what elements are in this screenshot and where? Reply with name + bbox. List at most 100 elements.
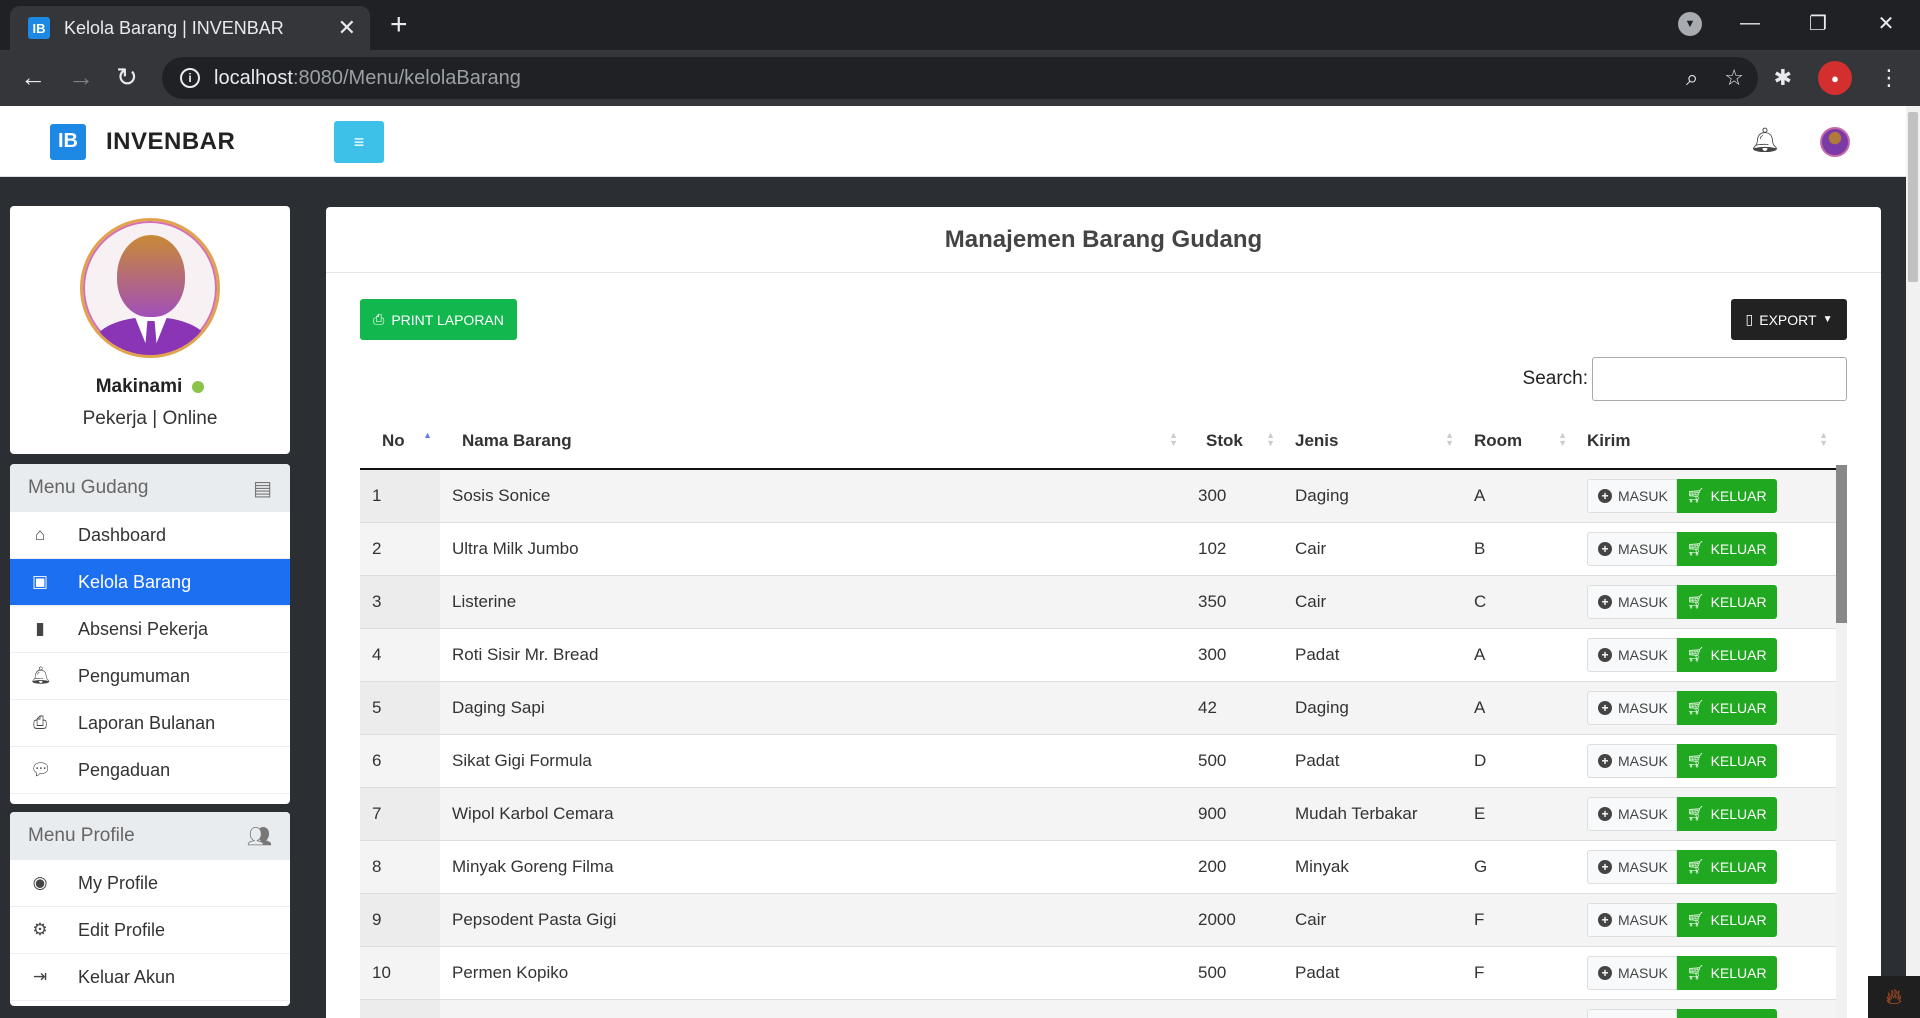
masuk-button[interactable]: +MASUK — [1587, 690, 1677, 725]
keluar-button[interactable]: 🛒︎KELUAR — [1676, 955, 1777, 990]
masuk-button[interactable]: +MASUK — [1587, 531, 1677, 566]
keluar-button[interactable]: 🛒︎KELUAR — [1676, 849, 1777, 884]
kirim-button-group: +MASUK🛒︎KELUAR — [1587, 690, 1836, 725]
cart-arrow-icon: 🛒︎ — [1686, 964, 1705, 980]
tab-search-icon[interactable]: ▼ — [1678, 12, 1702, 36]
forward-icon[interactable]: → — [68, 62, 94, 92]
cell-stok: 42 — [1186, 680, 1283, 734]
table-row: 6 Sikat Gigi Formula 500 Padat D + MASUK 🛒︎ KELU… — [360, 733, 1836, 787]
keluar-button[interactable]: 🛒︎KELUAR — [1676, 902, 1777, 937]
keluar-button[interactable]: 🛒︎KELUAR — [1676, 584, 1777, 619]
masuk-button[interactable]: +MASUK — [1587, 743, 1677, 778]
sidebar-item-kelola-barang[interactable]: ▣ Kelola Barang — [10, 559, 290, 606]
masuk-button[interactable]: +MASUK — [1587, 796, 1677, 831]
sidebar-item-laporan-bulanan[interactable]: ⎙ Laporan Bulanan — [10, 700, 290, 747]
kirim-button-group: +MASUK🛒︎KELUAR — [1587, 902, 1836, 937]
extensions-icon[interactable]: ✱ — [1774, 65, 1792, 91]
close-tab-icon[interactable]: ✕ — [338, 15, 356, 41]
user-avatar[interactable] — [1820, 127, 1850, 157]
masuk-button[interactable]: +MASUK — [1587, 955, 1677, 990]
page-title: Manajemen Barang Gudang — [326, 207, 1881, 273]
table-row: 10 Permen Kopiko 500 Padat F + MASUK 🛒︎ KELUAR — [360, 945, 1836, 999]
users-header-icon: 👥︎ — [246, 825, 272, 848]
sidebar-item-keluar-akun[interactable]: ⇥ Keluar Akun — [10, 954, 290, 1001]
column-header-kirim[interactable]: Kirim ▲ ▼ — [1575, 413, 1836, 470]
back-icon[interactable]: ← — [20, 62, 46, 92]
table-scrollbar-thumb[interactable] — [1836, 465, 1847, 623]
user-cog-icon: ⚙ — [32, 920, 48, 939]
fire-icon[interactable]: 🔥︎ — [1868, 976, 1920, 1018]
keluar-button[interactable]: 🛒︎KELUAR — [1676, 1008, 1777, 1018]
table-row: 7 Wipol Karbol Cemara 900 Mudah Terbakar E + M… — [360, 786, 1836, 840]
browser-menu-icon[interactable]: ⋮ — [1878, 65, 1900, 91]
masuk-button[interactable]: +MASUK — [1587, 1008, 1677, 1018]
sidebar-toggle-button[interactable]: ≡ — [334, 121, 384, 163]
minimize-icon[interactable]: — — [1716, 12, 1784, 35]
cell-no: 9 — [360, 892, 440, 946]
cell-kirim: +MASUK🛒︎KELUAR — [1575, 839, 1836, 893]
window-close-icon[interactable]: ✕ — [1852, 11, 1920, 36]
table-scrollbar[interactable] — [1836, 465, 1847, 1018]
cell-stok: 300 — [1186, 627, 1283, 681]
page-scrollbar[interactable] — [1906, 106, 1920, 1018]
zoom-icon[interactable]: ⌕ — [1686, 65, 1698, 91]
browser-tab[interactable]: IB Kelola Barang | INVENBAR ✕ — [10, 6, 370, 50]
keluar-button[interactable]: 🛒︎KELUAR — [1676, 796, 1777, 831]
sidebar-item-absensi-pekerja[interactable]: ▮ Absensi Pekerja — [10, 606, 290, 653]
masuk-button[interactable]: +MASUK — [1587, 637, 1677, 672]
export-dropdown-button[interactable]: ▯ EXPORT ▼ — [1731, 299, 1847, 340]
address-bar[interactable]: i localhost:8080/Menu/kelolaBarang ⌕ ☆ — [162, 57, 1758, 99]
cell-stok: 300 — [1186, 468, 1283, 522]
notification-bell-icon[interactable]: 🔔︎ — [1750, 126, 1780, 155]
sidebar-item-my-profile[interactable]: ◉ My Profile — [10, 860, 290, 907]
print-report-button[interactable]: ⎙ PRINT LAPORAN — [360, 299, 517, 340]
search-area: Search: — [1523, 357, 1847, 401]
column-header-no[interactable]: No ▲ — [360, 413, 440, 470]
column-header-jenis[interactable]: Jenis ▲ ▼ — [1283, 413, 1462, 470]
sidebar-item-dashboard[interactable]: ⌂ Dashboard — [10, 512, 290, 559]
browser-profile-avatar[interactable]: ● — [1818, 61, 1852, 95]
table-row: 5 Daging Sapi 42 Daging A + MASUK 🛒︎ KELUAR — [360, 680, 1836, 734]
cell-nama-barang: Listerine — [440, 574, 1186, 628]
cart-arrow-icon: 🛒︎ — [1686, 646, 1705, 662]
cell-nama-barang: Ultra Milk Jumbo — [440, 521, 1186, 575]
column-header-stok[interactable]: Stok ▲ ▼ — [1186, 413, 1283, 470]
cell-room: G — [1462, 839, 1575, 893]
masuk-button[interactable]: +MASUK — [1587, 902, 1677, 937]
table-row: 3 Listerine 350 Cair C + MASUK 🛒︎ KELUAR — [360, 574, 1836, 628]
cell-stok: 102 — [1186, 521, 1283, 575]
search-input[interactable] — [1592, 357, 1847, 401]
table-header-row: No ▲ Nama Barang ▲ ▼ Stok ▲ ▼ Jenis ▲ ▼ Room ▲ ▼ … — [360, 413, 1836, 470]
restore-icon[interactable]: ❐ — [1784, 11, 1852, 36]
keluar-button[interactable]: 🛒︎KELUAR — [1676, 690, 1777, 725]
keluar-button[interactable]: 🛒︎KELUAR — [1676, 531, 1777, 566]
masuk-button[interactable]: +MASUK — [1587, 849, 1677, 884]
plus-circle-icon: + — [1598, 753, 1612, 768]
keluar-button[interactable]: 🛒︎KELUAR — [1676, 743, 1777, 778]
cell-jenis: Cair — [1283, 892, 1462, 946]
cell-room: C — [1462, 574, 1575, 628]
cell-nama-barang: Daging Sapi — [440, 680, 1186, 734]
cell-kirim: +MASUK🛒︎KELUAR — [1575, 998, 1836, 1018]
keluar-button[interactable]: 🛒︎KELUAR — [1676, 478, 1777, 513]
reload-icon[interactable]: ↻ — [116, 62, 138, 92]
menu-gudang-header: Menu Gudang ▤ — [10, 464, 290, 512]
items-table-wrapper: No ▲ Nama Barang ▲ ▼ Stok ▲ ▼ Jenis ▲ ▼ Room ▲ ▼ … — [360, 413, 1847, 1018]
column-header-nama-barang[interactable]: Nama Barang ▲ ▼ — [440, 413, 1186, 470]
sidebar-item-edit-profile[interactable]: ⚙ Edit Profile — [10, 907, 290, 954]
sidebar-item-pengaduan[interactable]: 💬︎ Pengaduan — [10, 747, 290, 794]
masuk-button[interactable]: +MASUK — [1587, 478, 1677, 513]
cell-no: 11 — [360, 998, 440, 1018]
masuk-button[interactable]: +MASUK — [1587, 584, 1677, 619]
column-header-room[interactable]: Room ▲ ▼ — [1462, 413, 1575, 470]
keluar-button[interactable]: 🛒︎KELUAR — [1676, 637, 1777, 672]
sidebar-item-pengumuman[interactable]: 🔔︎ Pengumuman — [10, 653, 290, 700]
bookmark-star-icon[interactable]: ☆ — [1724, 65, 1744, 91]
cell-jenis: Padat — [1283, 733, 1462, 787]
new-tab-icon[interactable]: + — [390, 10, 408, 40]
page-scrollbar-thumb[interactable] — [1908, 112, 1918, 282]
brand[interactable]: IB INVENBAR — [0, 106, 300, 177]
site-info-icon[interactable]: i — [180, 68, 200, 88]
file-icon: ▯ — [1745, 311, 1754, 327]
user-name: Makinami — [10, 376, 290, 398]
